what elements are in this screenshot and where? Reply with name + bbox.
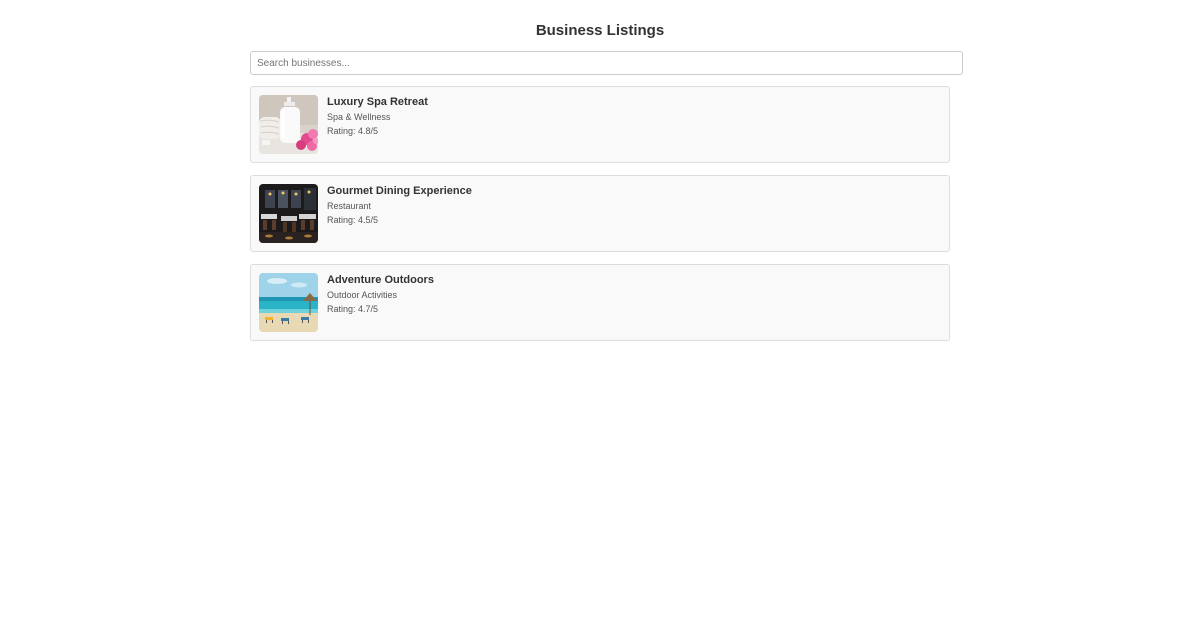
- spa-photo: [259, 95, 318, 154]
- listing-category: Restaurant: [327, 201, 372, 211]
- restaurant-photo: [259, 184, 318, 243]
- listing-name: Gourmet Dining Experience: [327, 185, 472, 197]
- search-input[interactable]: [250, 51, 963, 75]
- page-title: Business Listings: [535, 22, 665, 39]
- listing-rating: Rating: 4.7/5: [327, 304, 379, 314]
- listing-card[interactable]: Adventure Outdoors Outdoor Activities Ra…: [250, 264, 950, 341]
- listing-name: Luxury Spa Retreat: [327, 96, 428, 108]
- listing-category: Outdoor Activities: [327, 290, 398, 300]
- listing-rating: Rating: 4.8/5: [327, 126, 379, 136]
- listing-name: Adventure Outdoors: [327, 274, 434, 286]
- listing-rating: Rating: 4.5/5: [327, 215, 379, 225]
- listing-card[interactable]: Luxury Spa Retreat Spa & Wellness Rating…: [250, 86, 950, 163]
- listing-card[interactable]: Gourmet Dining Experience Restaurant Rat…: [250, 175, 950, 252]
- listing-category: Spa & Wellness: [327, 112, 391, 122]
- beach-photo: [259, 273, 318, 332]
